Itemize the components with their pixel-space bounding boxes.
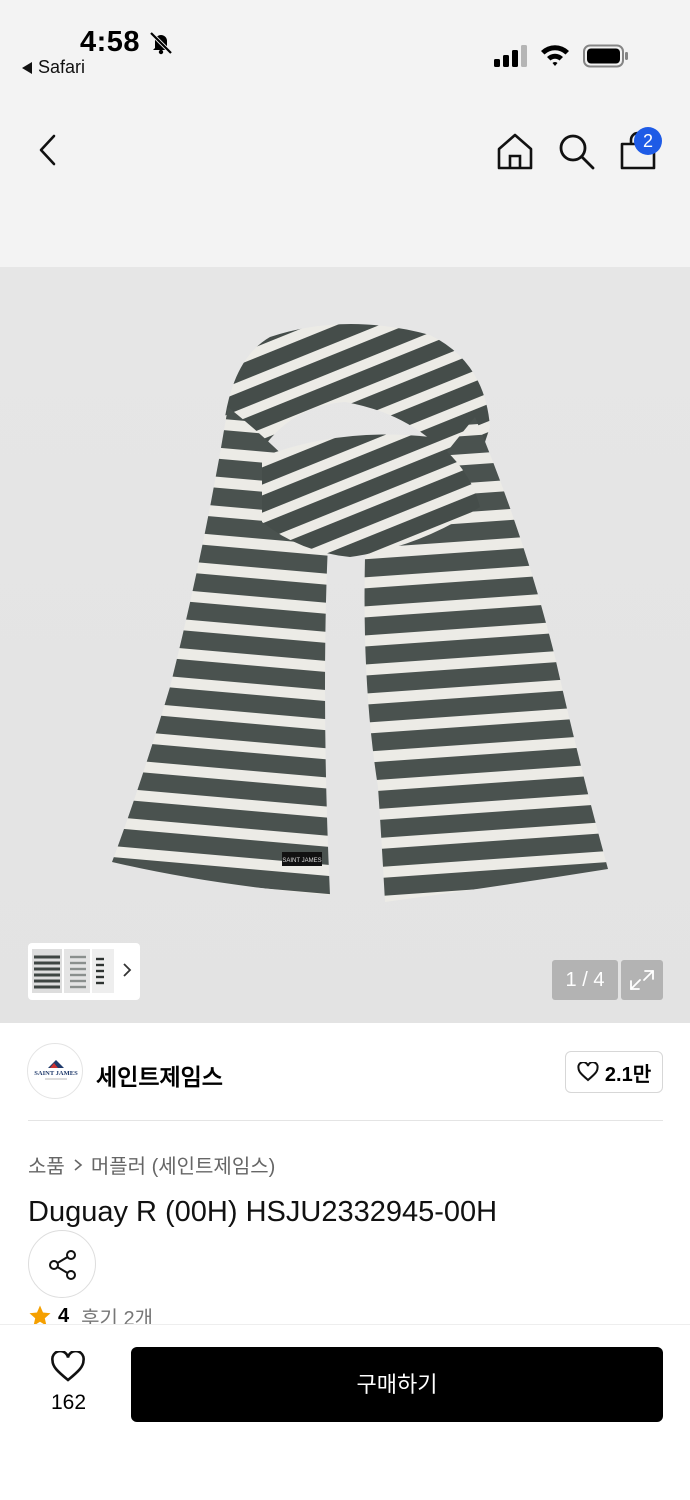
battery-icon	[583, 44, 628, 68]
bottom-action-bar: 162 구매하기	[0, 1324, 690, 1500]
cellular-signal-icon	[494, 45, 527, 67]
wifi-icon	[541, 45, 569, 66]
product-image: SAINT JAMES	[112, 323, 608, 902]
thumbnail-3[interactable]	[92, 949, 114, 993]
thumbnail-2[interactable]	[64, 949, 90, 993]
breadcrumb-item-category[interactable]: 소품	[28, 1150, 65, 1179]
back-app-label: Safari	[38, 57, 86, 77]
breadcrumb: 소품 머플러 (세인트제임스)	[28, 1150, 275, 1179]
thumbnail-strip[interactable]	[28, 943, 140, 1000]
back-to-safari[interactable]: Safari	[22, 57, 85, 78]
image-counter: 1 / 4	[552, 960, 618, 1000]
cart-count-badge: 2	[634, 127, 662, 155]
wishlist-count: 162	[50, 1391, 87, 1414]
status-bar: 4:58 Safari	[0, 0, 690, 95]
divider	[28, 1120, 663, 1121]
brand-name[interactable]: 세인트제임스	[96, 1058, 223, 1092]
brand-logo[interactable]: SAINT JAMES	[27, 1043, 83, 1099]
thumbnail-1[interactable]	[32, 949, 62, 993]
saint-james-logo-icon: SAINT JAMES	[34, 1060, 78, 1080]
home-icon[interactable]	[495, 131, 535, 171]
search-icon[interactable]	[556, 131, 596, 171]
share-button[interactable]	[28, 1230, 96, 1298]
brand-like-button[interactable]: 2.1만	[565, 1051, 663, 1093]
product-image-gallery[interactable]: SAINT JAMES 1 / 4	[0, 267, 690, 1023]
chevron-right-icon	[74, 1158, 83, 1171]
expand-image-button[interactable]	[621, 960, 663, 1000]
scarf-label-text: SAINT JAMES	[282, 858, 321, 864]
nav-bar	[0, 95, 690, 267]
back-chevron-icon[interactable]	[30, 130, 66, 170]
bell-slash-icon	[149, 31, 173, 55]
breadcrumb-item-subcategory[interactable]: 머플러 (세인트제임스)	[91, 1150, 275, 1179]
brand-like-count: 2.1만	[604, 1063, 652, 1086]
status-time: 4:58	[80, 26, 141, 58]
brand-row[interactable]: SAINT JAMES 세인트제임스 2.1만	[0, 1023, 690, 1120]
buy-button[interactable]: 구매하기	[131, 1347, 663, 1422]
thumbnail-next-chevron-icon[interactable]	[120, 961, 134, 979]
product-title: Duguay R (00H) HSJU2332945-00H	[28, 1196, 498, 1228]
heart-outline-icon	[577, 1062, 599, 1082]
expand-icon	[630, 970, 654, 990]
wishlist-heart-icon[interactable]	[50, 1351, 86, 1383]
brand-logo-text: SAINT JAMES	[34, 1070, 78, 1077]
share-icon	[49, 1250, 76, 1280]
back-triangle-icon	[22, 61, 32, 74]
